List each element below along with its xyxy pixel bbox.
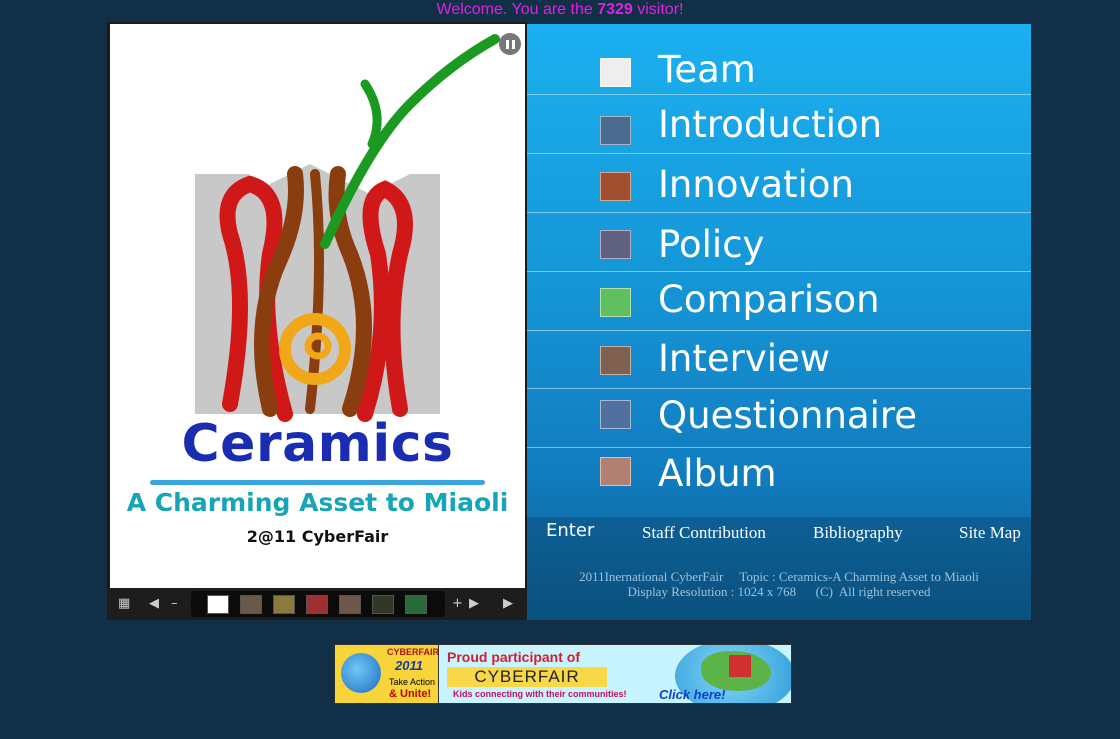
nav-label: Innovation xyxy=(658,163,854,206)
slideshow-toolbar: ▦ ◀ – + ▶ ▶ xyxy=(107,588,527,620)
nav-label: Introduction xyxy=(658,103,883,146)
nav-item-interview[interactable]: Interview xyxy=(527,331,1031,389)
team-thumbnail xyxy=(600,58,631,87)
nav-item-innovation[interactable]: Innovation xyxy=(527,154,1031,213)
thumbnail[interactable] xyxy=(405,595,427,614)
visitor-count: 7329 xyxy=(597,1,633,18)
nav-label: Policy xyxy=(658,223,765,266)
badge-take-action: Take Action xyxy=(389,677,436,687)
nav-item-policy[interactable]: Policy xyxy=(527,213,1031,272)
nav-item-comparison[interactable]: Comparison xyxy=(527,272,1031,331)
click-here-link[interactable]: Click here! xyxy=(659,687,725,702)
innovation-thumbnail xyxy=(600,172,631,201)
slide-image: Ceramics A Charming Asset to Miaoli 2@11… xyxy=(110,24,525,588)
plus-icon[interactable]: + xyxy=(452,597,463,611)
thumbnail[interactable] xyxy=(306,595,328,614)
questionnaire-thumbnail xyxy=(600,400,631,429)
main-nav: Team Introduction Innovation Policy Comp… xyxy=(527,24,1031,620)
banner-logo: CYBERFAIR xyxy=(447,667,607,687)
logo-underline xyxy=(150,480,485,485)
cyberfair-banner[interactable]: CYBERFAIR 2011 Take Action & Unite! Prou… xyxy=(334,644,792,704)
footer-line-1: 2011Inernational CyberFair Topic : Ceram… xyxy=(579,569,979,584)
nav-item-questionnaire[interactable]: Questionnaire xyxy=(527,389,1031,448)
enter-link[interactable]: Enter xyxy=(546,520,594,541)
ceramics-logo-art xyxy=(195,34,500,422)
logo-title: Ceramics xyxy=(181,414,454,474)
welcome-suffix: visitor! xyxy=(637,1,684,18)
globe-icon xyxy=(341,653,381,693)
first-icon[interactable]: ◀ xyxy=(149,597,159,611)
nav-item-album[interactable]: Album xyxy=(527,448,1031,510)
logo-event: 2@11 CyberFair xyxy=(246,527,389,546)
cyberfair-badge: CYBERFAIR 2011 Take Action & Unite! xyxy=(335,645,439,703)
nav-item-team[interactable]: Team xyxy=(527,46,1031,95)
footer-line-2: Display Resolution : 1024 x 768 (C) All … xyxy=(627,584,931,599)
interview-thumbnail xyxy=(600,346,631,375)
thumbnail[interactable] xyxy=(273,595,295,614)
last-icon[interactable]: ▶ xyxy=(469,597,479,611)
house-icon xyxy=(729,655,751,677)
banner-tagline: Kids connecting with their communities! xyxy=(453,689,627,699)
thumbnail-strip xyxy=(191,591,445,617)
copyright-footer: 2011Inernational CyberFair Topic : Ceram… xyxy=(527,569,1031,599)
nav-label: Album xyxy=(658,452,777,495)
nav-item-introduction[interactable]: Introduction xyxy=(527,95,1031,154)
logo-subtitle: A Charming Asset to Miaoli xyxy=(126,488,509,517)
pause-icon[interactable] xyxy=(499,33,521,55)
nav-label: Questionnaire xyxy=(658,394,918,437)
visitor-counter: Welcome. You are the 7329 visitor! xyxy=(0,1,1120,19)
nav-label: Team xyxy=(658,48,756,91)
nav-label: Comparison xyxy=(658,278,880,321)
staff-contribution-link[interactable]: Staff Contribution xyxy=(642,523,766,543)
thumbnail[interactable] xyxy=(240,595,262,614)
badge-year: 2011 xyxy=(395,658,423,673)
site-map-link[interactable]: Site Map xyxy=(959,523,1021,543)
badge-unite: & Unite! xyxy=(389,688,432,700)
album-thumbnail xyxy=(600,457,631,486)
grid-icon[interactable]: ▦ xyxy=(118,597,130,611)
introduction-thumbnail xyxy=(600,116,631,145)
slideshow: Ceramics A Charming Asset to Miaoli 2@11… xyxy=(107,22,527,620)
policy-thumbnail xyxy=(600,230,631,259)
thumbnail[interactable] xyxy=(339,595,361,614)
bibliography-link[interactable]: Bibliography xyxy=(813,523,903,543)
play-icon[interactable]: ▶ xyxy=(503,597,513,611)
thumbnail[interactable] xyxy=(372,595,394,614)
minus-icon[interactable]: – xyxy=(171,597,178,611)
banner-proud: Proud participant of xyxy=(447,649,580,665)
welcome-prefix: Welcome. You are the xyxy=(436,1,593,18)
badge-cyberfair: CYBERFAIR xyxy=(387,647,440,657)
nav-label: Interview xyxy=(658,337,831,380)
thumbnail[interactable] xyxy=(207,595,229,614)
comparison-thumbnail xyxy=(600,288,631,317)
